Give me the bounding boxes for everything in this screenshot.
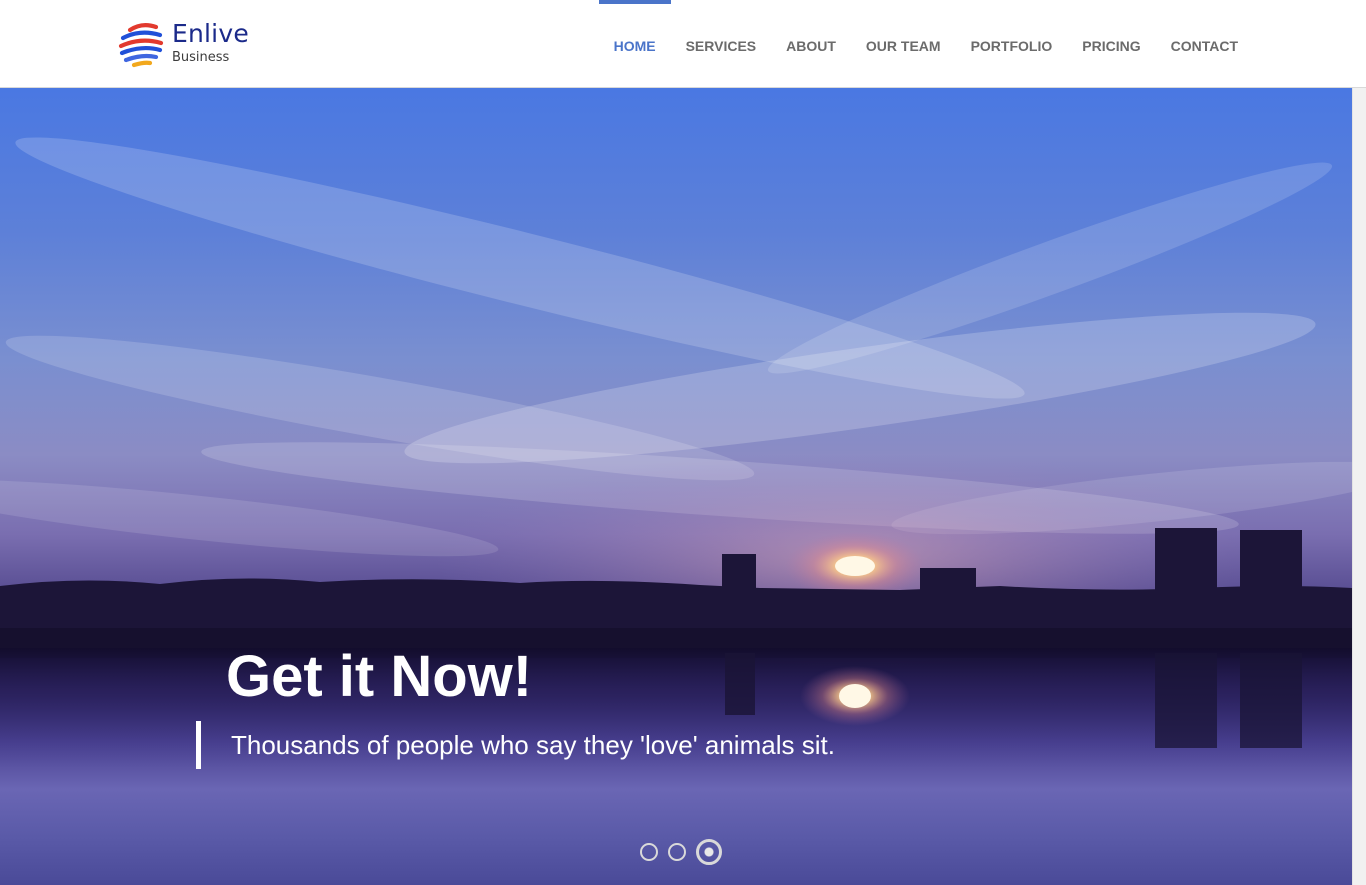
logo[interactable]: Enlive Business: [116, 18, 266, 70]
nav-item-home[interactable]: HOME: [598, 0, 671, 88]
slider-dot-2[interactable]: [668, 843, 686, 861]
striped-globe-icon: [118, 22, 164, 68]
brand-name: Enlive: [172, 19, 249, 48]
page-scrollbar[interactable]: [1352, 88, 1366, 885]
nav-item-services[interactable]: SERVICES: [671, 0, 772, 88]
hero-quote: Thousands of people who say they 'love' …: [196, 721, 835, 769]
hero-title: Get it Now!: [226, 644, 533, 709]
nav-item-contact[interactable]: CONTACT: [1156, 0, 1253, 88]
nav-item-about[interactable]: ABOUT: [771, 0, 851, 88]
slider-dot-1[interactable]: [640, 843, 658, 861]
nav-item-pricing[interactable]: PRICING: [1067, 0, 1155, 88]
nav-item-our-team[interactable]: OUR TEAM: [851, 0, 956, 88]
slider-dot-3[interactable]: [696, 839, 722, 865]
hero-slider: Get it Now! Thousands of people who say …: [0, 88, 1352, 885]
slider-pagination: [640, 839, 722, 865]
site-header: Enlive Business HOME SERVICES ABOUT OUR …: [0, 0, 1366, 88]
brand-tagline: Business: [172, 50, 230, 65]
main-nav: HOME SERVICES ABOUT OUR TEAM PORTFOLIO P…: [598, 0, 1253, 88]
nav-item-portfolio[interactable]: PORTFOLIO: [956, 0, 1068, 88]
